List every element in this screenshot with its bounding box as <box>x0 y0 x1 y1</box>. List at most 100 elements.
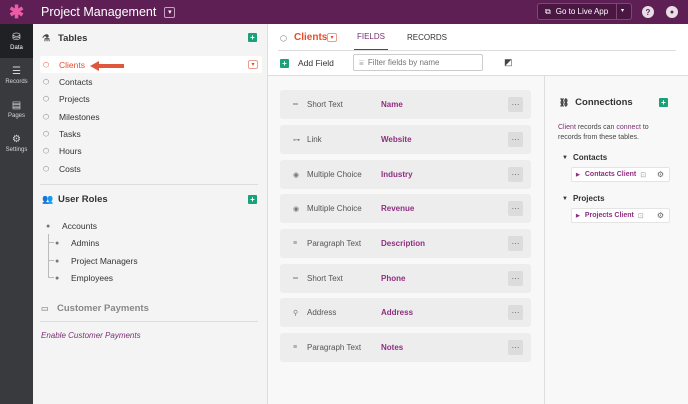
nav-item-label: Records <box>5 78 28 85</box>
short-text-icon: ═ <box>293 101 298 108</box>
tables-heading: ⚗ Tables <box>42 33 87 44</box>
field-row-phone[interactable]: ═ Short Text Phone ··· <box>280 264 531 293</box>
connections-desc-text: records can <box>575 124 617 131</box>
field-more-button[interactable]: ··· <box>508 132 523 147</box>
role-item-label: Employees <box>71 273 114 283</box>
field-name: Name <box>381 100 403 109</box>
table-icon: ⬡ <box>43 61 50 69</box>
field-row-name[interactable]: ═ Short Text Name ··· <box>280 90 531 119</box>
user-roles-heading-label: User Roles <box>58 194 108 205</box>
role-item-admins[interactable]: ● Admins <box>55 238 99 248</box>
nav-item-data[interactable]: ⛁ Data <box>0 24 33 58</box>
field-more-button[interactable]: ··· <box>508 201 523 216</box>
field-type: Short Text <box>307 274 343 283</box>
go-to-live-app-button[interactable]: ⧉ Go to Live App ▾ <box>537 3 632 20</box>
field-more-button[interactable]: ··· <box>508 340 523 355</box>
role-item-accounts[interactable]: ● Accounts <box>46 221 97 231</box>
connections-description: Client records can connect to records fr… <box>558 123 670 143</box>
tab-records[interactable]: RECORDS <box>406 24 448 51</box>
table-icon: ⬡ <box>43 147 50 155</box>
connect-link[interactable]: connect <box>616 124 641 131</box>
connection-group-projects[interactable]: ▼ Projects <box>562 194 605 203</box>
nav-item-settings[interactable]: ⚙ Settings <box>0 126 33 160</box>
role-item-project-managers[interactable]: ● Project Managers <box>55 256 138 266</box>
hide-fields-eye-slash-icon[interactable]: ◩ <box>504 57 513 68</box>
field-more-button[interactable]: ··· <box>508 97 523 112</box>
table-item-hours[interactable]: ⬡ Hours <box>40 142 262 159</box>
nav-item-pages[interactable]: ▤ Pages <box>0 92 33 126</box>
user-roles-heading: 👥 User Roles <box>42 194 108 205</box>
field-more-button[interactable]: ··· <box>508 167 523 182</box>
field-row-address[interactable]: ⚲ Address Address ··· <box>280 298 531 327</box>
field-name: Address <box>381 308 414 317</box>
table-title-chevron-down-icon[interactable]: ▾ <box>327 33 337 42</box>
table-item-contacts[interactable]: ⬡ Contacts <box>40 73 262 90</box>
app-logo-icon[interactable]: ✱ <box>0 0 33 24</box>
connection-field-contacts-client[interactable]: ▶ Contacts Client ⊡ ⚙ <box>571 167 670 182</box>
add-field-button[interactable]: + Add Field <box>280 58 334 68</box>
add-field-label: Add Field <box>298 58 334 68</box>
field-name: Website <box>381 135 412 144</box>
add-table-button[interactable]: + <box>248 33 257 42</box>
enable-customer-payments-link[interactable]: Enable Customer Payments <box>41 331 141 340</box>
table-icon: ⬡ <box>43 95 50 103</box>
connection-group-label: Projects <box>572 194 605 203</box>
field-name: Phone <box>381 274 406 283</box>
users-icon: 👥 <box>42 194 54 204</box>
connections-heading-label: Connections <box>575 97 633 108</box>
account-icon[interactable]: ● <box>666 6 678 18</box>
field-more-button[interactable]: ··· <box>508 236 523 251</box>
filter-fields-box[interactable]: ⩸ <box>353 54 483 71</box>
connections-icon: ⛓ <box>559 98 570 107</box>
role-item-employees[interactable]: ● Employees <box>55 273 113 283</box>
open-connection-icon[interactable]: ⊡ <box>638 212 644 220</box>
gear-icon[interactable]: ⚙ <box>657 170 664 179</box>
tab-fields[interactable]: FIELDS <box>354 24 388 51</box>
table-item-milestones[interactable]: ⬡ Milestones <box>40 108 262 125</box>
table-options-chevron-down-icon[interactable]: ▾ <box>248 60 258 69</box>
caret-down-icon: ▼ <box>562 195 568 202</box>
table-item-projects[interactable]: ⬡ Projects <box>40 90 262 107</box>
live-app-chevron-down-icon[interactable]: ▾ <box>621 7 624 14</box>
field-type: Paragraph Text <box>307 239 362 248</box>
table-item-clients[interactable]: ⬡ Clients ▾ <box>40 56 262 73</box>
gear-icon[interactable]: ⚙ <box>657 211 664 220</box>
field-row-notes[interactable]: ≡ Paragraph Text Notes ··· <box>280 333 531 362</box>
table-icon: ⬡ <box>43 165 50 173</box>
field-more-button[interactable]: ··· <box>508 305 523 320</box>
arrow-left-icon <box>90 61 124 71</box>
fields-list: ═ Short Text Name ··· ⊶ Link Website ···… <box>268 75 545 404</box>
section-divider <box>40 184 258 185</box>
field-row-industry[interactable]: ◉ Multiple Choice Industry ··· <box>280 160 531 189</box>
field-row-revenue[interactable]: ◉ Multiple Choice Revenue ··· <box>280 194 531 223</box>
open-connection-icon[interactable]: ⊡ <box>640 171 646 179</box>
connection-field-projects-client[interactable]: ▶ Projects Client ⊡ ⚙ <box>571 208 670 223</box>
field-row-description[interactable]: ≡ Paragraph Text Description ··· <box>280 229 531 258</box>
role-item-label: Project Managers <box>71 256 138 266</box>
credit-card-icon: ▭ <box>41 304 49 313</box>
table-item-label: Projects <box>59 93 90 104</box>
help-icon[interactable]: ? <box>642 6 654 18</box>
connection-field-label: Projects Client <box>584 212 634 219</box>
role-item-label: Admins <box>71 238 100 248</box>
field-more-button[interactable]: ··· <box>508 271 523 286</box>
table-item-tasks[interactable]: ⬡ Tasks <box>40 125 262 142</box>
filter-fields-input[interactable] <box>367 58 473 67</box>
table-item-label: Contacts <box>59 76 93 87</box>
plus-icon: + <box>280 58 289 68</box>
field-name: Revenue <box>381 204 415 213</box>
records-icon: ☰ <box>12 65 21 77</box>
user-icon: ● <box>55 239 60 247</box>
nav-item-records[interactable]: ☰ Records <box>0 58 33 92</box>
table-icon: ⬡ <box>43 78 50 86</box>
user-icon: ● <box>55 257 60 265</box>
connection-group-contacts[interactable]: ▼ Contacts <box>562 153 607 162</box>
add-connection-button[interactable]: + <box>659 98 668 107</box>
left-nav: ⛁ Data ☰ Records ▤ Pages ⚙ Settings <box>0 24 33 404</box>
app-title: Project Management <box>41 5 157 19</box>
add-user-role-button[interactable]: + <box>248 195 257 204</box>
tree-line <box>48 234 49 278</box>
table-item-costs[interactable]: ⬡ Costs <box>40 160 262 177</box>
field-row-website[interactable]: ⊶ Link Website ··· <box>280 125 531 154</box>
app-menu-chevron-down-icon[interactable]: ▾ <box>164 6 176 18</box>
